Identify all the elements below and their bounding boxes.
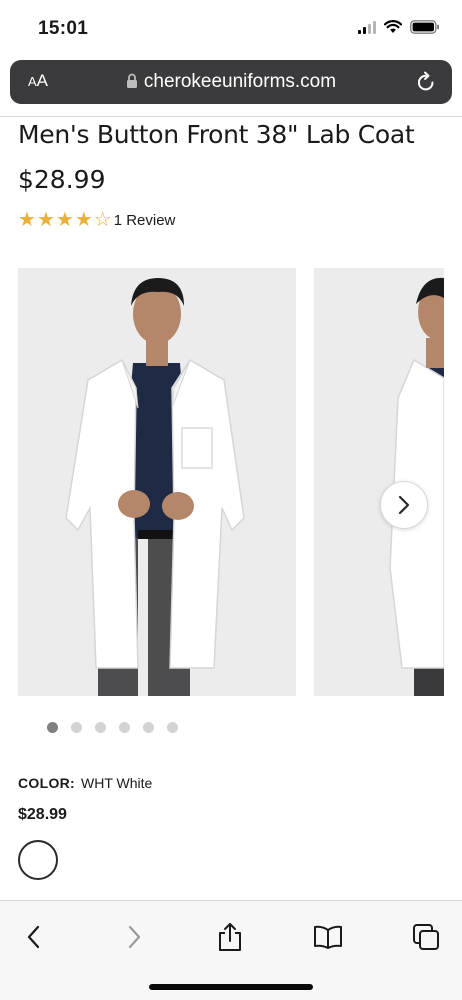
home-indicator bbox=[149, 984, 313, 990]
product-image-carousel[interactable] bbox=[0, 268, 462, 696]
url-text: cherokeeuniforms.com bbox=[143, 71, 337, 92]
star-filled-icon: ★ bbox=[74, 209, 93, 231]
product-price: $28.99 bbox=[18, 165, 106, 194]
product-image[interactable] bbox=[18, 268, 296, 696]
reload-button[interactable] bbox=[416, 71, 436, 98]
product-image[interactable] bbox=[314, 268, 444, 696]
rating-row[interactable]: ★ ★ ★ ★ ☆ 1 Review bbox=[18, 210, 175, 230]
header-divider bbox=[0, 116, 462, 117]
bookmarks-button[interactable] bbox=[310, 921, 346, 953]
color-selection-row: COLOR: WHT White bbox=[18, 775, 152, 791]
carousel-dot[interactable] bbox=[167, 722, 178, 733]
color-label: COLOR: bbox=[18, 775, 76, 791]
lab-coat-model-photo bbox=[314, 268, 444, 696]
back-icon bbox=[27, 925, 40, 949]
status-icons bbox=[358, 20, 440, 34]
carousel-dot[interactable] bbox=[143, 722, 154, 733]
forward-icon bbox=[128, 925, 141, 949]
url-display[interactable]: cherokeeuniforms.com bbox=[10, 71, 452, 93]
tabs-icon bbox=[413, 924, 439, 950]
carousel-dot[interactable] bbox=[47, 722, 58, 733]
back-button[interactable] bbox=[16, 921, 52, 953]
reload-icon bbox=[417, 71, 434, 91]
share-button[interactable] bbox=[212, 921, 248, 953]
color-swatch-white[interactable] bbox=[18, 840, 58, 880]
forward-button[interactable] bbox=[116, 921, 152, 953]
carousel-dot[interactable] bbox=[95, 722, 106, 733]
carousel-dot[interactable] bbox=[119, 722, 130, 733]
tabs-button[interactable] bbox=[408, 921, 444, 953]
color-value: WHT White bbox=[81, 775, 153, 791]
wifi-icon bbox=[384, 20, 402, 33]
address-bar[interactable]: AA cherokeeuniforms.com bbox=[10, 60, 452, 104]
review-count-link[interactable]: 1 Review bbox=[114, 212, 176, 229]
bookmarks-icon bbox=[314, 925, 342, 949]
chevron-right-icon bbox=[398, 495, 410, 515]
status-bar: 15:01 bbox=[0, 0, 462, 56]
lab-coat-model-photo bbox=[18, 268, 296, 696]
carousel-dot[interactable] bbox=[71, 722, 82, 733]
carousel-pagination bbox=[47, 722, 178, 733]
status-time: 15:01 bbox=[38, 18, 89, 39]
star-filled-icon: ★ bbox=[18, 209, 36, 231]
variant-price: $28.99 bbox=[18, 806, 67, 823]
battery-icon bbox=[410, 20, 439, 34]
product-title: Men's Button Front 38" Lab Coat bbox=[18, 120, 415, 149]
lock-icon bbox=[126, 73, 137, 88]
star-filled-icon: ★ bbox=[36, 209, 55, 231]
cellular-signal-icon bbox=[358, 20, 376, 34]
star-empty-icon: ☆ bbox=[93, 209, 112, 231]
star-rating: ★ ★ ★ ★ ☆ bbox=[18, 210, 112, 230]
star-filled-icon: ★ bbox=[55, 209, 74, 231]
carousel-next-button[interactable] bbox=[380, 481, 428, 529]
share-icon bbox=[219, 923, 241, 951]
